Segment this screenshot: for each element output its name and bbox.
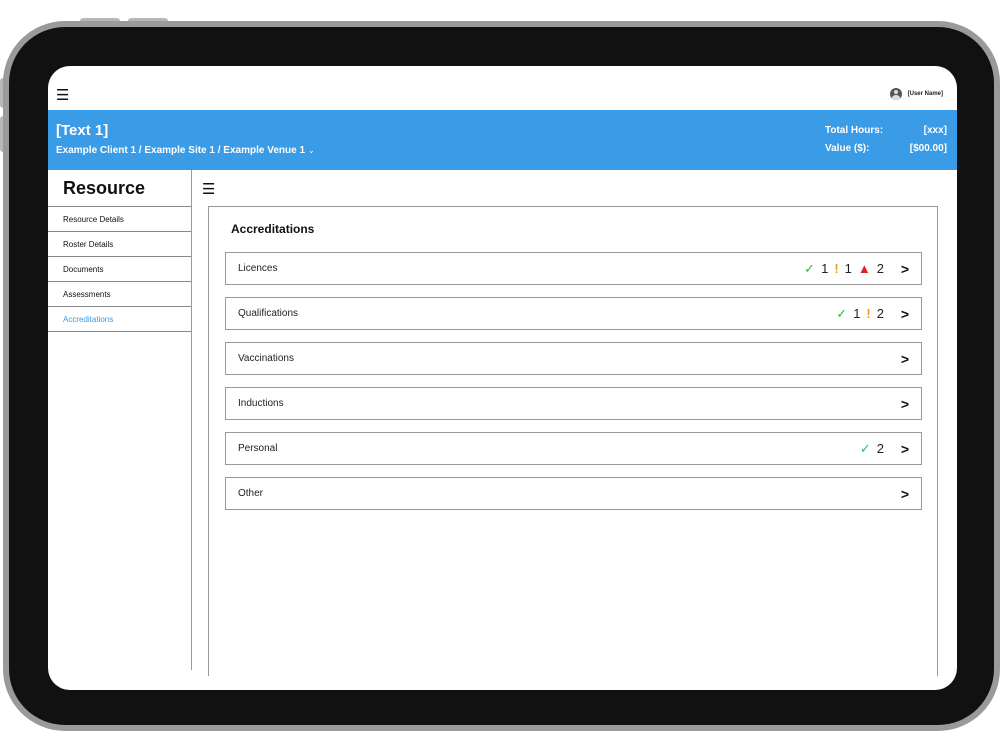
page-header: [Text 1] Example Client 1 / Example Site… — [48, 110, 957, 170]
badge-count: 1 — [844, 261, 852, 276]
content-menu-icon[interactable]: ☰ — [202, 182, 215, 197]
row-inductions[interactable]: Inductions > — [225, 387, 922, 420]
badge-count: 1 — [821, 261, 829, 276]
warning-icon: ! — [834, 261, 839, 276]
row-vaccinations[interactable]: Vaccinations > — [225, 342, 922, 375]
badge-alert: ▲ 2 — [858, 261, 884, 276]
user-name: [User Name] — [907, 91, 943, 97]
badge-valid: ✓ 2 — [860, 441, 884, 457]
sidebar-item-resource-details[interactable]: Resource Details — [48, 207, 191, 232]
row-personal[interactable]: Personal ✓ 2 > — [225, 432, 922, 465]
badge-count: 2 — [876, 441, 884, 456]
row-status: > — [890, 396, 910, 412]
row-qualifications[interactable]: Qualifications ✓ 1 ! 2 > — [225, 297, 922, 330]
chevron-right-icon: > — [900, 440, 910, 457]
value-amount: [$00.00] — [909, 143, 947, 154]
sidebar-item-roster-details[interactable]: Roster Details — [48, 232, 191, 257]
sidebar-nav: Resource Details Roster Details Document… — [48, 206, 191, 332]
badge-count: 2 — [876, 261, 884, 276]
chevron-right-icon: > — [900, 260, 910, 277]
badge-count: 1 — [853, 306, 861, 321]
row-status: ✓ 1 ! 1 ▲ 2 > — [804, 261, 910, 277]
alert-triangle-icon: ▲ — [857, 261, 871, 276]
chevron-right-icon: > — [900, 395, 910, 412]
row-status: ✓ 2 > — [860, 441, 910, 457]
sidebar-title: Resource — [63, 178, 146, 198]
sidebar-item-accreditations[interactable]: Accreditations — [48, 307, 191, 332]
total-hours-label: Total Hours: — [825, 125, 884, 136]
breadcrumb[interactable]: Example Client 1 / Example Site 1 / Exam… — [56, 145, 315, 156]
user-menu[interactable]: [User Name] — [889, 88, 943, 100]
badge-valid: ✓ 1 — [804, 261, 828, 277]
badge-valid: ✓ 1 — [836, 306, 860, 322]
breadcrumb-text: Example Client 1 / Example Site 1 / Exam… — [56, 145, 305, 156]
sidebar: Resource Resource Details Roster Details… — [48, 170, 192, 670]
badge-warning: ! 1 — [834, 261, 852, 276]
badge-count: 2 — [876, 306, 884, 321]
row-label: Other — [238, 488, 264, 499]
warning-icon: ! — [866, 306, 871, 321]
chevron-right-icon: > — [900, 350, 910, 367]
row-label: Vaccinations — [238, 353, 294, 364]
row-label: Licences — [238, 263, 278, 274]
total-hours-value: [xxx] — [923, 125, 947, 136]
accreditation-list: Licences ✓ 1 ! 1 ▲ 2 > Qualifications ✓ 1 ! 2… — [225, 252, 922, 522]
badge-warning: ! 2 — [866, 306, 884, 321]
sidebar-item-assessments[interactable]: Assessments — [48, 282, 191, 307]
chevron-down-icon: ⌄ — [308, 146, 315, 155]
section-title: Accreditations — [231, 222, 315, 236]
check-icon: ✓ — [836, 305, 848, 321]
tablet-screen: ☰ [User Name] [Text 1] Example Client 1 … — [48, 66, 957, 690]
chevron-right-icon: > — [900, 305, 910, 322]
page-title: [Text 1] — [56, 122, 109, 139]
accreditations-panel: Accreditations Licences ✓ 1 ! 1 ▲ 2 > Quali… — [208, 206, 938, 676]
row-licences[interactable]: Licences ✓ 1 ! 1 ▲ 2 > — [225, 252, 922, 285]
hamburger-menu-icon[interactable]: ☰ — [56, 88, 69, 103]
chevron-right-icon: > — [900, 485, 910, 502]
row-label: Inductions — [238, 398, 284, 409]
value-label: Value ($): — [825, 143, 870, 154]
row-other[interactable]: Other > — [225, 477, 922, 510]
check-icon: ✓ — [859, 440, 871, 456]
row-status: ✓ 1 ! 2 > — [836, 306, 910, 322]
row-status: > — [890, 486, 910, 502]
avatar-icon — [889, 88, 902, 100]
row-label: Qualifications — [238, 308, 299, 319]
row-status: > — [890, 351, 910, 367]
top-bar: ☰ [User Name] — [48, 66, 957, 110]
row-label: Personal — [238, 443, 278, 454]
check-icon: ✓ — [804, 260, 816, 276]
sidebar-item-documents[interactable]: Documents — [48, 257, 191, 282]
